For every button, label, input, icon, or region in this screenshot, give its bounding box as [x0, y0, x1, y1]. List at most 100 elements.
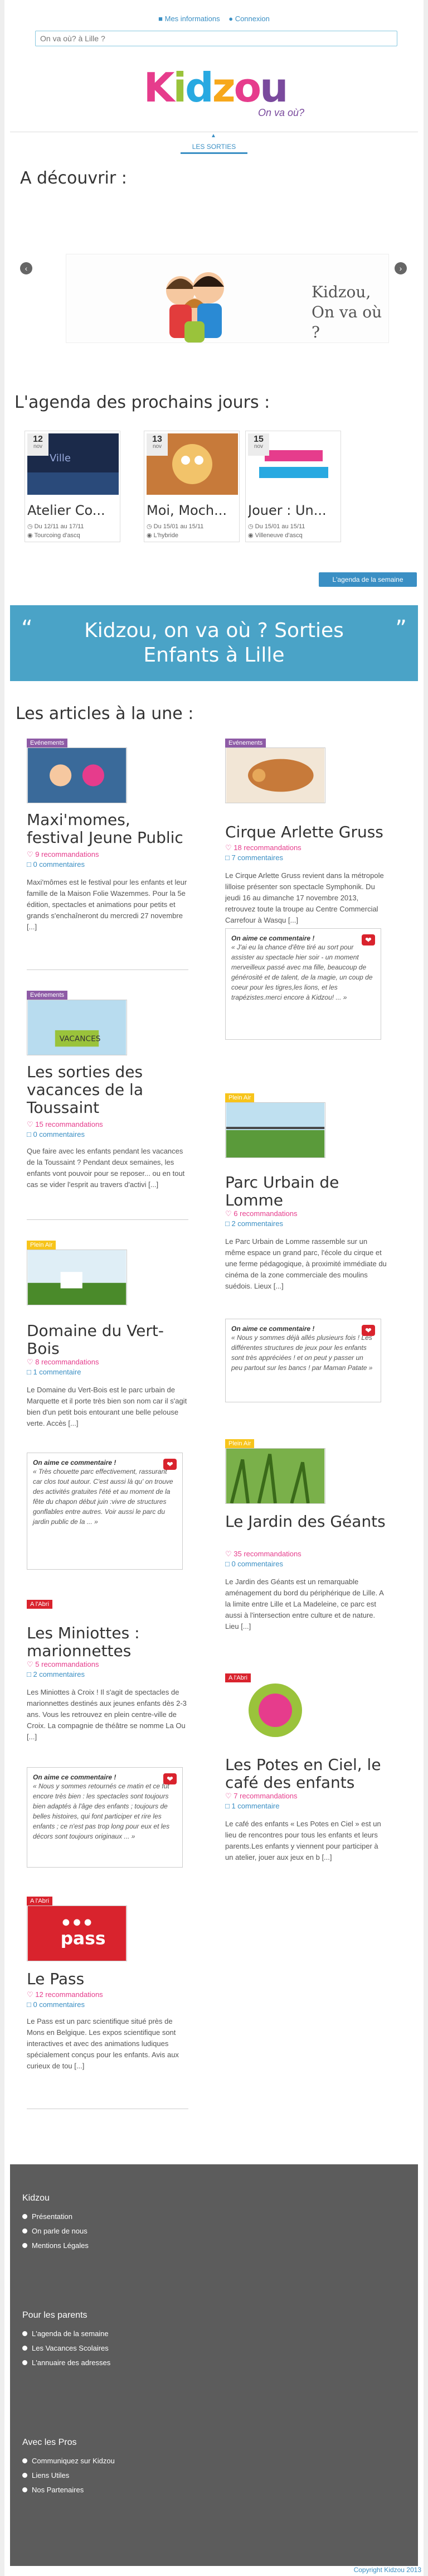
week-agenda-button[interactable]: L'agenda de la semaine — [319, 572, 417, 587]
comments[interactable]: □ 0 commentaires — [27, 1130, 85, 1139]
recommendations[interactable]: ♡ 5 recommandations — [27, 1660, 99, 1669]
footer-link[interactable]: Nos Partenaires — [22, 2486, 84, 2494]
article-title[interactable]: Les Miniottes : marionnettes — [27, 1624, 188, 1660]
footer-link[interactable]: Mentions Légales — [22, 2241, 89, 2250]
article-card[interactable]: A l'Abri pass Le Pass ♡ 12 recommandatio… — [27, 1897, 188, 2131]
article-title[interactable]: Cirque Arlette Gruss — [225, 823, 383, 841]
category-tag[interactable]: Plein Air — [27, 1241, 56, 1250]
comment-text: « Nous y sommes retournés ce matin et ce… — [33, 1782, 170, 1840]
article-card[interactable]: Plein Air Le Jardin des Géants ♡ 35 reco… — [225, 1439, 387, 1651]
article-thumbnail[interactable] — [225, 747, 325, 803]
comments[interactable]: □ 2 commentaires — [27, 1670, 85, 1678]
featured-comment: ❤ On aime ce commentaire ! « J'ai eu la … — [225, 928, 381, 1040]
category-tag[interactable]: Plein Air — [225, 1439, 255, 1448]
article-card[interactable]: A l'Abri Les Miniottes : marionnettes ♡ … — [27, 1600, 188, 1890]
article-card[interactable]: A l'Abri Les Potes en Ciel, le café des … — [225, 1673, 387, 1908]
pass-logo-text: pass — [61, 1929, 106, 1949]
event-dates: ◷ Du 12/11 au 17/11 — [27, 523, 84, 530]
heart-icon: ❤ — [362, 1325, 375, 1336]
article-thumbnail[interactable] — [27, 1250, 127, 1305]
footer-heading: Pour les parents — [22, 2310, 87, 2320]
article-card[interactable]: Evénements Cirque Arlette Gruss ♡ 18 rec… — [225, 739, 387, 1084]
article-excerpt: Les Miniottes à Croix ! Il s'agit de spe… — [27, 1688, 187, 1741]
carousel-next-icon[interactable]: › — [395, 262, 407, 274]
category-tag[interactable]: Evénements — [225, 739, 266, 747]
discover-carousel: Kidzou, On va où ? — [10, 248, 418, 349]
article-card[interactable]: Evénements VACANCES Les sorties des vaca… — [27, 991, 188, 1225]
article-title[interactable]: Maxi'momes, festival Jeune Public — [27, 811, 188, 847]
event-dates: ◷ Du 15/01 au 15/11 — [248, 523, 305, 530]
svg-text:Ville: Ville — [50, 452, 71, 464]
carousel-slide[interactable]: Kidzou, On va où ? — [66, 254, 389, 343]
copyright[interactable]: Copyright Kidzou 2013 — [4, 2566, 424, 2576]
recommendations[interactable]: ♡ 35 recommandations — [225, 1550, 301, 1559]
footer-link[interactable]: Présentation — [22, 2212, 72, 2221]
footer-link[interactable]: Liens Utiles — [22, 2471, 69, 2479]
article-card[interactable]: Evénements Maxi'momes, festival Jeune Pu… — [27, 739, 188, 973]
recommendations[interactable]: ♡ 6 recommandations — [225, 1209, 297, 1218]
quote-open-icon: “ — [21, 616, 33, 641]
article-title[interactable]: Parc Urbain de Lomme — [225, 1174, 387, 1209]
kidzou-logo[interactable]: Kidzou On va où? — [132, 62, 304, 124]
search-input[interactable] — [35, 31, 397, 46]
recommendations[interactable]: ♡ 7 recommandations — [225, 1792, 297, 1801]
article-thumbnail[interactable] — [225, 1102, 325, 1158]
category-tag[interactable]: Evénements — [27, 739, 68, 747]
footer-link[interactable]: L'annuaire des adresses — [22, 2358, 110, 2367]
comment-heading: On aime ce commentaire ! — [231, 1325, 315, 1333]
footer-link[interactable]: Les Vacances Scolaires — [22, 2344, 109, 2352]
pass-logo[interactable]: pass — [27, 1906, 127, 1961]
recommendations[interactable]: ♡ 8 recommandations — [27, 1358, 99, 1367]
category-tag[interactable]: A l'Abri — [27, 1897, 52, 1906]
event-place: ◉ Villeneuve d'ascq — [248, 532, 303, 539]
event-dates: ◷ Du 15/01 au 15/11 — [147, 523, 204, 530]
footer-heading: Kidzou — [22, 2193, 50, 2203]
article-title[interactable]: Les Potes en Ciel, le café des enfants — [225, 1756, 387, 1792]
event-place: ◉ Tourcoing d'ascq — [27, 532, 80, 539]
banner: “ Kidzou, on va où ? Sorties Enfants à L… — [10, 605, 418, 681]
category-tag[interactable]: A l'Abri — [27, 1600, 52, 1609]
comments[interactable]: □ 0 commentaires — [225, 1560, 283, 1568]
comment-heading: On aime ce commentaire ! — [33, 1459, 116, 1467]
category-tag[interactable]: Plein Air — [225, 1093, 255, 1102]
article-thumbnail[interactable]: VACANCES — [27, 1000, 127, 1055]
account-link[interactable]: ■ Mes informations — [158, 15, 220, 23]
article-card[interactable]: Plein Air Domaine du Vert-Bois ♡ 8 recom… — [27, 1241, 188, 1586]
tab-les-sorties[interactable]: ▲ LES SORTIES — [181, 133, 247, 154]
recommendations[interactable]: ♡ 9 recommandations — [27, 850, 99, 859]
footer-link[interactable]: Communiquez sur Kidzou — [22, 2457, 115, 2465]
event-card[interactable]: 13 nov Moi, Moch... ◷ Du 15/01 au 15/11 ◉… — [144, 431, 240, 542]
comments[interactable]: □ 1 commentaire — [225, 1802, 279, 1810]
recommendations[interactable]: ♡ 18 recommandations — [225, 843, 301, 852]
carousel-prev-icon[interactable]: ‹ — [20, 262, 32, 274]
page-wrapper: ■ Mes informations ● Connexion Kidzou On… — [4, 0, 424, 2576]
comments[interactable]: □ 0 commentaires — [27, 2000, 85, 2009]
article-excerpt: Maxi'mômes est le festival pour les enfa… — [27, 878, 187, 931]
event-title[interactable]: Atelier Co... — [27, 503, 119, 518]
category-tag[interactable]: Evénements — [27, 991, 68, 1000]
recommendations[interactable]: ♡ 12 recommandations — [27, 1990, 103, 1999]
event-title[interactable]: Jouer : Un... — [248, 503, 339, 518]
recommendations[interactable]: ♡ 15 recommandations — [27, 1120, 103, 1129]
comments[interactable]: □ 2 commentaires — [225, 1219, 283, 1228]
comments[interactable]: □ 0 commentaires — [27, 860, 85, 869]
article-title[interactable]: Le Pass — [27, 1970, 84, 1988]
event-card[interactable]: 15 nov Jouer : Un... ◷ Du 15/01 au 15/11 … — [245, 431, 341, 542]
footer-heading: Avec les Pros — [22, 2438, 77, 2447]
event-card[interactable]: Ville 12 nov Atelier Co... ◷ Du 12/11 au … — [25, 431, 120, 542]
comments[interactable]: □ 1 commentaire — [27, 1368, 81, 1376]
comments[interactable]: □ 7 commentaires — [225, 853, 283, 862]
article-title[interactable]: Les sorties des vacances de la Toussaint — [27, 1063, 188, 1117]
footer-link[interactable]: L'agenda de la semaine — [22, 2329, 109, 2338]
login-link[interactable]: ● Connexion — [228, 15, 270, 23]
article-thumbnail[interactable] — [225, 1682, 325, 1738]
footer-link[interactable]: On parle de nous — [22, 2227, 87, 2235]
quote-close-icon: ” — [395, 616, 407, 641]
category-tag[interactable]: A l'Abri — [225, 1673, 251, 1682]
article-card[interactable]: Plein Air Parc Urbain de Lomme ♡ 6 recom… — [225, 1093, 387, 1406]
article-thumbnail[interactable] — [27, 747, 127, 803]
article-thumbnail[interactable] — [225, 1448, 325, 1504]
article-title[interactable]: Le Jardin des Géants — [225, 1513, 386, 1531]
article-title[interactable]: Domaine du Vert-Bois — [27, 1322, 188, 1358]
event-title[interactable]: Moi, Moch... — [147, 503, 238, 518]
